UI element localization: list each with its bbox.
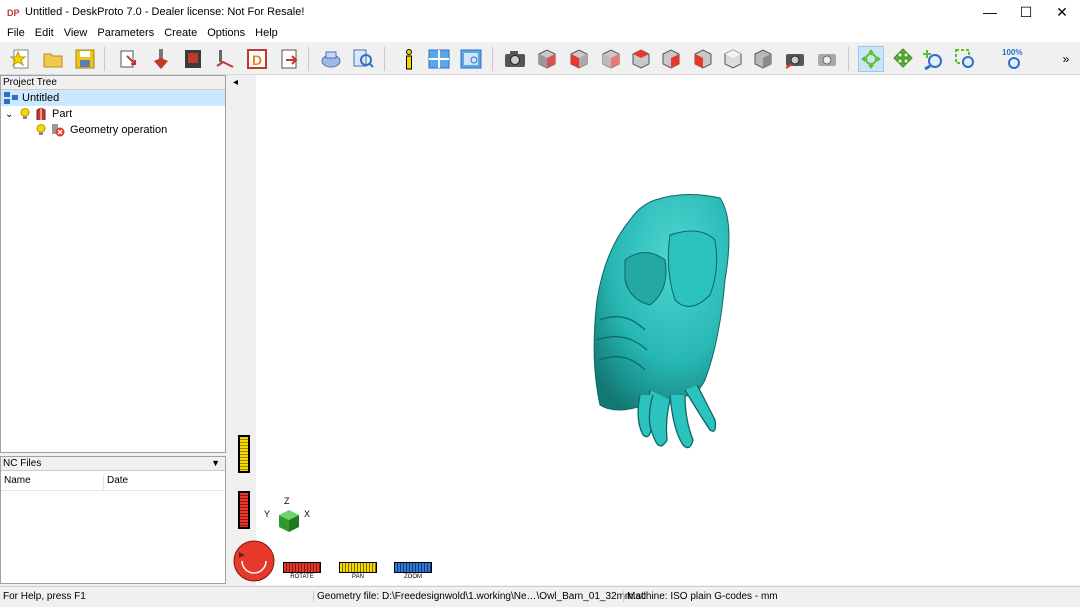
four-views-icon[interactable] xyxy=(426,46,452,72)
d-icon[interactable]: D xyxy=(244,46,270,72)
svg-text:100%: 100% xyxy=(1002,48,1022,57)
view-front-icon[interactable] xyxy=(566,46,592,72)
camera-rotate-icon[interactable] xyxy=(782,46,808,72)
pan-dial-icon[interactable] xyxy=(339,562,377,573)
menu-file[interactable]: File xyxy=(3,27,29,39)
rotate-control[interactable]: ROTATE xyxy=(283,562,321,580)
rotate-label: ROTATE xyxy=(290,574,314,580)
menu-parameters[interactable]: Parameters xyxy=(93,27,158,39)
title-bar: DP Untitled - DeskProto 7.0 - Dealer lic… xyxy=(0,0,1080,24)
red-slider-icon[interactable] xyxy=(238,491,250,529)
expand-chevron-icon[interactable]: ⌄ xyxy=(5,109,17,120)
preview-search-icon[interactable] xyxy=(350,46,376,72)
axis-cube-icon xyxy=(279,510,299,532)
view-iso-icon[interactable] xyxy=(534,46,560,72)
project-tree-panel: Project Tree Untitled ⌄ Part Geometry op… xyxy=(0,75,226,453)
tree-label-untitled: Untitled xyxy=(22,92,60,104)
view-right-icon[interactable] xyxy=(658,46,684,72)
close-button[interactable]: ✕ xyxy=(1044,0,1080,24)
axis-label-z: Z xyxy=(284,496,290,506)
lightbulb-icon[interactable] xyxy=(36,124,46,136)
nc-files-columns: Name Date xyxy=(1,475,225,491)
maximize-button[interactable]: ☐ xyxy=(1008,0,1044,24)
zoom-control[interactable]: ZOOM xyxy=(394,562,432,580)
pan-label: PAN xyxy=(352,574,364,580)
axis-label-y: Y xyxy=(264,509,271,519)
toolbar-overflow-button[interactable]: » xyxy=(1056,46,1076,72)
svg-text:DP: DP xyxy=(7,8,20,18)
tree-label-geometry-operation: Geometry operation xyxy=(70,124,168,136)
zoom-window-icon[interactable] xyxy=(952,46,978,72)
save-icon[interactable] xyxy=(72,46,98,72)
menu-help[interactable]: Help xyxy=(251,27,282,39)
toolbar: D 100% » xyxy=(0,42,1080,75)
lightbulb-icon[interactable] xyxy=(20,108,30,120)
column-date[interactable]: Date xyxy=(104,475,128,490)
view-back-icon[interactable] xyxy=(598,46,624,72)
menu-bar: File Edit View Parameters Create Options… xyxy=(0,24,1080,42)
zoom-label: ZOOM xyxy=(404,574,422,580)
yellow-slider-icon[interactable] xyxy=(238,435,250,473)
tree-item-part[interactable]: ⌄ Part xyxy=(1,106,225,122)
single-view-icon[interactable] xyxy=(458,46,484,72)
rotate-mode-icon[interactable] xyxy=(858,46,884,72)
status-machine: Machine: ISO plain G-codes - mm xyxy=(623,591,778,602)
view-left-icon[interactable] xyxy=(628,46,654,72)
minimize-button[interactable]: — xyxy=(972,0,1008,24)
new-project-icon[interactable] xyxy=(8,46,34,72)
view-top-icon[interactable] xyxy=(690,46,716,72)
rotate-dial-icon[interactable] xyxy=(283,562,321,573)
nc-files-panel: NC Files ▼ Name Date xyxy=(0,456,226,584)
viewport-side-strip: ◂ xyxy=(230,75,256,585)
status-bar: For Help, press F1 Geometry file: D:\Fre… xyxy=(0,586,1080,607)
tree-label-part: Part xyxy=(52,108,73,120)
info-icon[interactable] xyxy=(396,46,422,72)
tool-icon[interactable] xyxy=(148,46,174,72)
column-name[interactable]: Name xyxy=(1,475,104,490)
svg-text:D: D xyxy=(252,52,262,68)
rotate-wheel-icon[interactable] xyxy=(233,540,275,582)
owl-3d-model[interactable] xyxy=(585,190,735,460)
menu-create[interactable]: Create xyxy=(160,27,201,39)
menu-edit[interactable]: Edit xyxy=(31,27,58,39)
import-geometry-icon[interactable] xyxy=(116,46,142,72)
camera-reset-icon[interactable] xyxy=(814,46,840,72)
app-icon: DP xyxy=(7,5,20,19)
status-help: For Help, press F1 xyxy=(3,591,86,602)
nc-files-header: NC Files ▼ xyxy=(1,457,225,471)
window-title: Untitled - DeskProto 7.0 - Dealer licens… xyxy=(25,6,305,18)
export-icon[interactable] xyxy=(276,46,302,72)
menu-options[interactable]: Options xyxy=(203,27,249,39)
zoom-100-icon[interactable]: 100% xyxy=(1000,46,1028,72)
project-tree-header: Project Tree xyxy=(1,76,225,90)
dropdown-arrow-icon[interactable]: ▼ xyxy=(211,457,220,470)
camera-icon[interactable] xyxy=(502,46,528,72)
zoom-dial-icon[interactable] xyxy=(394,562,432,573)
operation-error-icon xyxy=(51,123,65,137)
part-icon xyxy=(35,107,47,121)
toolpath-icon[interactable] xyxy=(212,46,238,72)
nc-files-title: NC Files xyxy=(3,458,42,469)
open-folder-icon[interactable] xyxy=(40,46,66,72)
tree-item-geometry-operation[interactable]: Geometry operation xyxy=(1,122,225,138)
tree-item-untitled[interactable]: Untitled xyxy=(1,90,225,106)
machine-icon[interactable] xyxy=(180,46,206,72)
view-solid-icon[interactable] xyxy=(750,46,776,72)
zoom-mode-icon[interactable] xyxy=(920,46,946,72)
view-bottom-icon[interactable] xyxy=(720,46,746,72)
status-geometry-file: Geometry file: D:\Freedesignwold\1.worki… xyxy=(313,591,646,602)
axis-label-x: X xyxy=(304,509,311,519)
project-icon xyxy=(4,92,18,104)
menu-view[interactable]: View xyxy=(60,27,92,39)
collapse-arrow-icon[interactable]: ◂ xyxy=(233,77,238,88)
simulation-icon[interactable] xyxy=(318,46,344,72)
pan-mode-icon[interactable] xyxy=(890,46,916,72)
pan-control[interactable]: PAN xyxy=(339,562,377,580)
axis-indicator: Z Y X xyxy=(262,496,318,540)
